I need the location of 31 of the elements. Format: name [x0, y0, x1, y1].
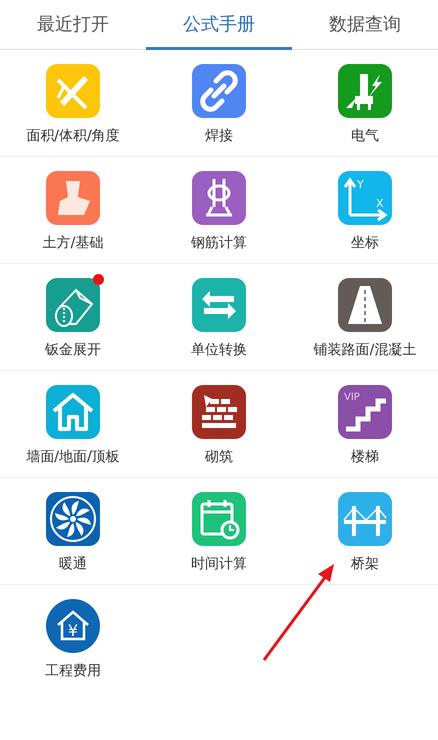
- bridge-icon[interactable]: [338, 492, 392, 546]
- cylinder-prism-icon[interactable]: [46, 278, 100, 332]
- road-icon[interactable]: [338, 278, 392, 332]
- stairs-icon[interactable]: VIP: [338, 385, 392, 439]
- item-label: 楼梯: [351, 448, 379, 466]
- item-label: 砌筑: [205, 448, 233, 466]
- yen-house-icon[interactable]: ¥: [46, 599, 100, 653]
- calendar-clock-icon[interactable]: [192, 492, 246, 546]
- item-label: 钢筋计算: [191, 234, 247, 252]
- item-label: 电气: [351, 127, 379, 145]
- item-label: 桥架: [351, 555, 379, 573]
- item-label: 面积/体积/角度: [26, 127, 120, 145]
- item-label: 单位转换: [191, 341, 247, 359]
- tab[interactable]: 最近打开: [0, 0, 146, 50]
- tab[interactable]: 公式手册: [146, 0, 292, 50]
- brick-wall-icon[interactable]: [192, 385, 246, 439]
- item-label: 土方/基础: [42, 234, 104, 252]
- item-label: 钣金展开: [45, 341, 101, 359]
- fan-icon[interactable]: [46, 492, 100, 546]
- item-label: 时间计算: [191, 555, 247, 573]
- item-label: 墙面/地面/顶板: [26, 448, 120, 466]
- item-label: 暖通: [59, 555, 87, 573]
- item-label: 焊接: [205, 127, 233, 145]
- tab[interactable]: 数据查询: [292, 0, 438, 50]
- item-label: 工程费用: [45, 662, 101, 680]
- house-icon[interactable]: [46, 385, 100, 439]
- item-label: 铺装路面/混凝土: [314, 341, 416, 359]
- swap-arrows-icon[interactable]: [192, 278, 246, 332]
- item-label: 坐标: [351, 234, 379, 252]
- plug-bolt-icon[interactable]: [338, 64, 392, 118]
- chain-link-icon[interactable]: [192, 64, 246, 118]
